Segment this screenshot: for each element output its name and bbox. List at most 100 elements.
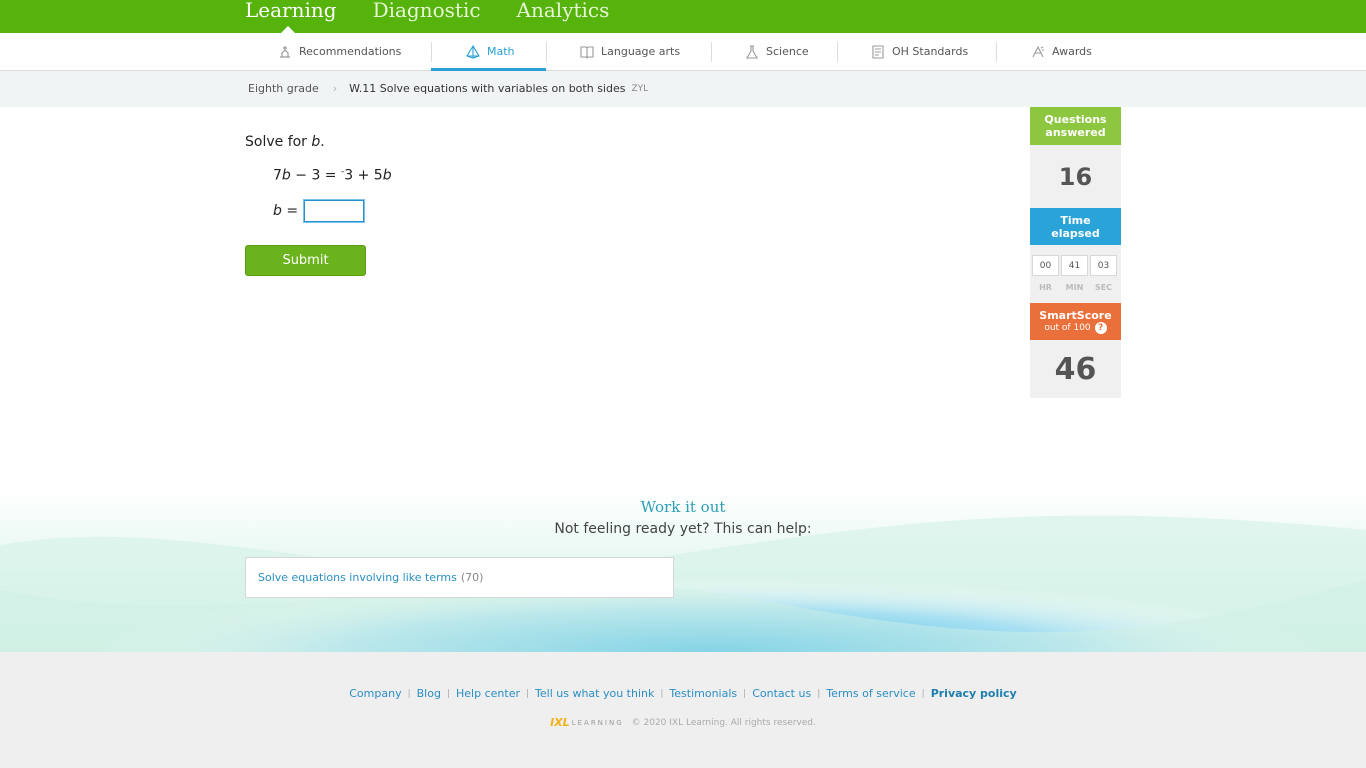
tab-label: Language arts (601, 45, 681, 58)
breadcrumb: Eighth grade › W.11 Solve equations with… (248, 82, 648, 95)
timer-seconds-label: SEC (1094, 283, 1113, 292)
active-nav-caret (281, 26, 295, 33)
ixl-logo[interactable]: IXL LEARNING (550, 716, 624, 729)
breadcrumb-grade-link[interactable]: Eighth grade (248, 82, 319, 95)
tab-divider (996, 42, 997, 62)
eq-part: − 3 = (290, 167, 341, 184)
tab-divider (837, 42, 838, 62)
logo-mark: IXL (550, 716, 570, 729)
timer-hours-label: HR (1039, 283, 1052, 292)
book-icon (580, 45, 594, 59)
prompt-text: Solve for (245, 134, 312, 150)
tab-oh-standards[interactable]: OH Standards (870, 33, 968, 70)
stat-label: Time (1060, 213, 1091, 227)
standards-icon (872, 44, 884, 59)
eq-coef: 7 (273, 167, 282, 184)
tab-math[interactable]: Math (465, 33, 515, 70)
answer-variable: b (273, 203, 282, 219)
recommended-skill-card[interactable]: Solve equations involving like terms (70… (245, 557, 674, 598)
footer-divider: | (743, 688, 747, 699)
awards-icon (1032, 45, 1044, 57)
nav-learning[interactable]: Learning (245, 0, 337, 25)
eq-var: b (281, 167, 291, 184)
questions-answered-value: 16 (1030, 145, 1121, 208)
footer-link-contact[interactable]: Contact us (752, 687, 811, 700)
tab-label: Math (487, 45, 515, 58)
stat-label: answered (1045, 126, 1106, 139)
footer-link-company[interactable]: Company (349, 687, 401, 700)
tab-label: Science (766, 45, 809, 58)
footer-link-feedback[interactable]: Tell us what you think (535, 687, 654, 700)
footer-link-blog[interactable]: Blog (417, 687, 441, 700)
top-nav-bar: Learning Diagnostic Analytics (0, 0, 1366, 33)
work-it-out-subtitle: Not feeling ready yet? This can help: (554, 521, 812, 537)
question-area: Solve for b. 7b − 3 = -3 + 5b b = Submit (245, 134, 392, 276)
recommended-skill-count: (70) (460, 571, 484, 584)
timer-seconds: 03 (1090, 255, 1117, 276)
eq-part: 3 + 5 (344, 167, 383, 184)
question-prompt: Solve for b. (245, 134, 325, 150)
work-it-out-title: Work it out (640, 498, 726, 516)
tab-divider (546, 42, 547, 62)
tab-divider (711, 42, 712, 62)
timer-minutes-label: MIN (1065, 283, 1084, 292)
prompt-variable: b (311, 134, 321, 150)
tab-label: OH Standards (892, 45, 969, 58)
prompt-period: . (320, 134, 325, 150)
smartscore-label: SmartScore (1039, 308, 1112, 322)
pyramid-icon (466, 44, 480, 59)
smartscore-header: SmartScore out of 100 ? (1030, 303, 1121, 340)
timer-minutes: 41 (1061, 255, 1088, 276)
smartscore-subtitle: out of 100 ? (1030, 322, 1121, 335)
timer: 00 41 03 HR MIN SEC (1030, 245, 1121, 303)
skill-code: ZYL (631, 83, 649, 94)
answer-row: b = (273, 199, 366, 223)
nav-diagnostic[interactable]: Diagnostic (373, 0, 481, 25)
footer-divider: | (817, 688, 821, 699)
tab-label: Awards (1052, 45, 1092, 58)
equation: 7b − 3 = -3 + 5b (273, 167, 392, 184)
top-nav: Learning Diagnostic Analytics (245, 0, 610, 33)
tab-divider (431, 42, 432, 62)
stat-label: elapsed (1051, 226, 1100, 240)
footer-divider: | (407, 688, 411, 699)
footer-divider: | (660, 688, 664, 699)
footer-link-help-center[interactable]: Help center (456, 687, 520, 700)
stat-label: Questions (1044, 113, 1107, 126)
time-elapsed-header: Time elapsed (1030, 208, 1121, 245)
nav-analytics[interactable]: Analytics (517, 0, 610, 25)
footer-divider: | (446, 688, 451, 699)
chevron-right-icon: › (332, 82, 338, 95)
footer-divider: | (921, 688, 925, 699)
tab-label: Recommendations (299, 45, 402, 58)
recommended-skill-link[interactable]: Solve equations involving like terms (258, 571, 457, 584)
tab-recommendations[interactable]: Recommendations (277, 33, 401, 70)
footer: Company | Blog | Help center | Tell us w… (0, 652, 1366, 768)
footer-link-privacy[interactable]: Privacy policy (931, 687, 1017, 700)
stats-panel: Questions answered 16 Time elapsed 00 41… (1030, 107, 1121, 398)
tab-language-arts[interactable]: Language arts (579, 33, 680, 70)
tab-awards[interactable]: Awards (1030, 33, 1092, 70)
timer-hours: 00 (1032, 255, 1059, 276)
answer-input[interactable] (303, 199, 366, 223)
help-icon[interactable]: ? (1094, 322, 1107, 334)
submit-button[interactable]: Submit (245, 245, 366, 276)
copyright-row: IXL LEARNING © 2020 IXL Learning. All ri… (0, 716, 1366, 729)
breadcrumb-bar: Eighth grade › W.11 Solve equations with… (0, 71, 1366, 107)
copyright-text: © 2020 IXL Learning. All rights reserved… (631, 717, 816, 728)
footer-link-terms[interactable]: Terms of service (826, 687, 915, 700)
tab-science[interactable]: Science (744, 33, 809, 70)
questions-answered-header: Questions answered (1030, 107, 1121, 145)
logo-word: LEARNING (571, 718, 624, 727)
recommendations-icon (280, 45, 290, 58)
subject-tab-bar: Recommendations Math Language arts Scien… (0, 33, 1366, 71)
footer-divider: | (525, 688, 530, 699)
smartscore-value: 46 (1030, 340, 1121, 398)
skill-title: W.11 Solve equations with variables on b… (349, 82, 626, 95)
flask-icon (746, 44, 758, 59)
smartscore-sub-label: out of 100 (1044, 322, 1091, 333)
footer-links: Company | Blog | Help center | Tell us w… (0, 687, 1366, 700)
footer-link-testimonials[interactable]: Testimonials (669, 687, 737, 700)
answer-label: b = (273, 203, 298, 219)
eq-var: b (382, 167, 392, 184)
